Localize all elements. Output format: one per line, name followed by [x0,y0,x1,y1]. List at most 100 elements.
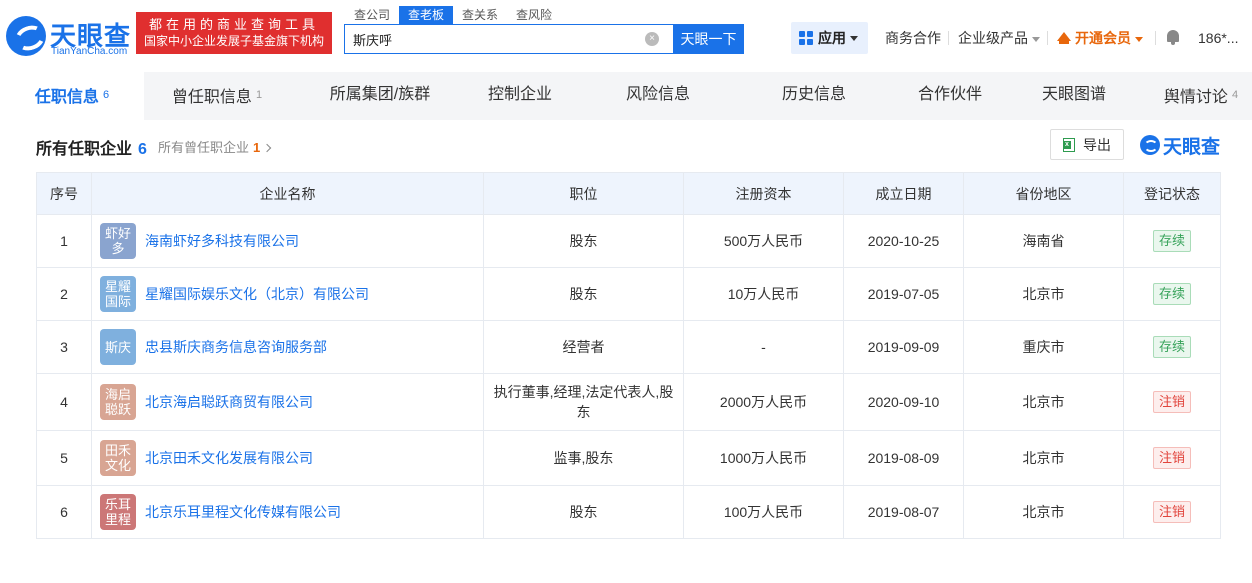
nav-vip[interactable]: 开通会员 [1057,29,1143,47]
tab-controlled-companies[interactable]: 控制企业 [468,72,572,120]
section-title-text: 所有任职企业 [36,141,133,158]
section-title-count: 6 [138,141,147,158]
status-badge: 注销 [1152,447,1191,469]
search-input[interactable] [345,25,640,53]
profile-tabs: 任职信息 6 曾任职信息 1 所属集团/族群 控制企业 风险信息 历史信息 合作伙伴… [0,72,1252,120]
apps-menu[interactable]: 应用 [791,22,868,54]
company-avatar[interactable]: 田禾文化 [100,440,136,476]
tianyancha-logo[interactable]: 天眼查 TianYanCha.com [6,14,130,58]
search-button[interactable]: 天眼一下 [673,24,744,54]
column-header-index: 序号 [36,172,92,215]
company-avatar[interactable]: 虾好多 [100,223,136,259]
company-avatar[interactable]: 斯庆 [100,329,136,365]
company-avatar[interactable]: 乐耳里程 [100,494,136,530]
table-row[interactable]: 5 田禾文化 北京田禾文化发展有限公司 监事,股东 1000万人民币 2019-08-09… [36,430,1221,486]
table-row[interactable]: 4 海启聪跃 北京海启聪跃商贸有限公司 执行董事,经理,法定代表人,股东 2000万人民… [36,373,1221,431]
company-name-link[interactable]: 星耀国际娱乐文化（北京）有限公司 [145,284,369,304]
region-cell: 北京市 [963,373,1124,431]
capital-cell: 2000万人民币 [683,373,844,431]
nav-enterprise-products[interactable]: 企业级产品 [958,29,1040,47]
table-row[interactable]: 6 乐耳里程 北京乐耳里程文化传媒有限公司 股东 100万人民币 2019-08-07 北京… [36,485,1221,539]
region-cell: 重庆市 [963,320,1124,374]
tab-graph[interactable]: 天眼图谱 [1022,72,1126,120]
capital-cell: 10万人民币 [683,267,844,321]
status-badge: 存续 [1152,283,1191,305]
crown-icon [1057,32,1071,44]
search-tab-relation[interactable]: 查关系 [453,6,507,24]
company-wrap: 乐耳里程 北京乐耳里程文化传媒有限公司 [100,494,483,530]
tab-discussion[interactable]: 舆情讨论 4 [1150,72,1252,120]
bell-icon[interactable] [1166,30,1180,45]
capital-cell: 1000万人民币 [683,430,844,486]
chevron-down-icon [1135,36,1143,42]
table-row[interactable]: 1 虾好多 海南虾好多科技有限公司 股东 500万人民币 2020-10-25 海南省 存续 [36,214,1221,268]
region-cell: 北京市 [963,485,1124,539]
tab-label: 任职信息 [34,89,99,106]
company-avatar[interactable]: 海启聪跃 [100,384,136,420]
tab-history[interactable]: 历史信息 [762,72,866,120]
position-cell: 执行董事,经理,法定代表人,股东 [483,373,684,431]
capital-cell: - [683,320,844,374]
company-name-link[interactable]: 忠县斯庆商务信息咨询服务部 [145,337,327,357]
tab-partners[interactable]: 合作伙伴 [898,72,1002,120]
status-cell: 存续 [1123,320,1221,374]
company-name-link[interactable]: 北京田禾文化发展有限公司 [145,448,313,468]
founded-date-cell: 2019-07-05 [843,267,964,321]
company-wrap: 星耀国际 星耀国际娱乐文化（北京）有限公司 [100,276,483,312]
tab-label: 合作伙伴 [917,86,982,103]
company-name-link[interactable]: 北京海启聪跃商贸有限公司 [145,392,313,412]
nav-business-cooperation[interactable]: 商务合作 [885,29,941,47]
search-tab-risk[interactable]: 查风险 [507,6,561,24]
table-row[interactable]: 3 斯庆 忠县斯庆商务信息咨询服务部 经营者 -2019-09-09 重庆市 存续 [36,320,1221,374]
tab-label: 风险信息 [625,86,690,103]
search-box: × [344,24,674,54]
position-cell: 经营者 [483,320,684,374]
export-button[interactable]: 导出 [1050,129,1124,160]
founded-date-cell: 2020-10-25 [843,214,964,268]
company-name-link[interactable]: 北京乐耳里程文化传媒有限公司 [145,502,341,522]
row-index: 3 [36,320,92,374]
tab-risk-info[interactable]: 风险信息 [606,72,710,120]
tab-group[interactable]: 所属集团/族群 [312,72,448,120]
position-cell: 股东 [483,485,684,539]
tab-label: 控制企业 [487,86,552,103]
company-avatar[interactable]: 星耀国际 [100,276,136,312]
capital-cell: 100万人民币 [683,485,844,539]
founded-date-cell: 2019-08-07 [843,485,964,539]
table-header-row: 序号 企业名称 职位 注册资本 成立日期 省份地区 登记状态 [36,172,1221,215]
chevron-down-icon [1032,36,1040,42]
brand-watermark: 天眼查 [1140,134,1220,158]
capital-cell: 500万人民币 [683,214,844,268]
status-cell: 注销 [1123,485,1221,539]
clear-icon[interactable]: × [645,32,659,46]
top-header: 天眼查 TianYanCha.com 都在用的商业查询工具 国家中小企业发展子基… [0,0,1252,72]
tab-past-positions[interactable]: 曾任职信息 1 [144,72,290,120]
tab-count: 4 [1231,89,1239,101]
status-cell: 存续 [1123,267,1221,321]
status-cell: 注销 [1123,373,1221,431]
region-cell: 海南省 [963,214,1124,268]
company-cell: 田禾文化 北京田禾文化发展有限公司 [91,430,484,486]
column-header-position: 职位 [483,172,684,215]
founded-date-cell: 2019-09-09 [843,320,964,374]
chevron-right-icon [263,143,272,153]
company-wrap: 虾好多 海南虾好多科技有限公司 [100,223,483,259]
logo-domain: TianYanCha.com [51,46,128,57]
search-tab-company[interactable]: 查公司 [345,6,399,24]
position-cell: 监事,股东 [483,430,684,486]
table-row[interactable]: 2 星耀国际 星耀国际娱乐文化（北京）有限公司 股东 10万人民币 2019-07-05 北… [36,267,1221,321]
tab-label: 舆情讨论 [1163,89,1228,106]
nav-user-account[interactable]: 186*... [1198,29,1238,47]
company-cell: 海启聪跃 北京海启聪跃商贸有限公司 [91,373,484,431]
tab-label: 所属集团/族群 [329,86,431,103]
status-badge: 存续 [1152,230,1191,252]
slogan-banner: 都在用的商业查询工具 国家中小企业发展子基金旗下机构 [136,12,332,54]
grid-icon [799,31,813,45]
nav-vip-label: 开通会员 [1075,30,1131,46]
founded-date-cell: 2019-08-09 [843,430,964,486]
past-positions-link[interactable]: 所有曾任职企业 1 [158,137,272,156]
search-tab-boss[interactable]: 查老板 [399,6,454,24]
company-name-link[interactable]: 海南虾好多科技有限公司 [145,231,299,251]
row-index: 6 [36,485,92,539]
tab-current-positions[interactable]: 任职信息 6 [0,72,144,120]
